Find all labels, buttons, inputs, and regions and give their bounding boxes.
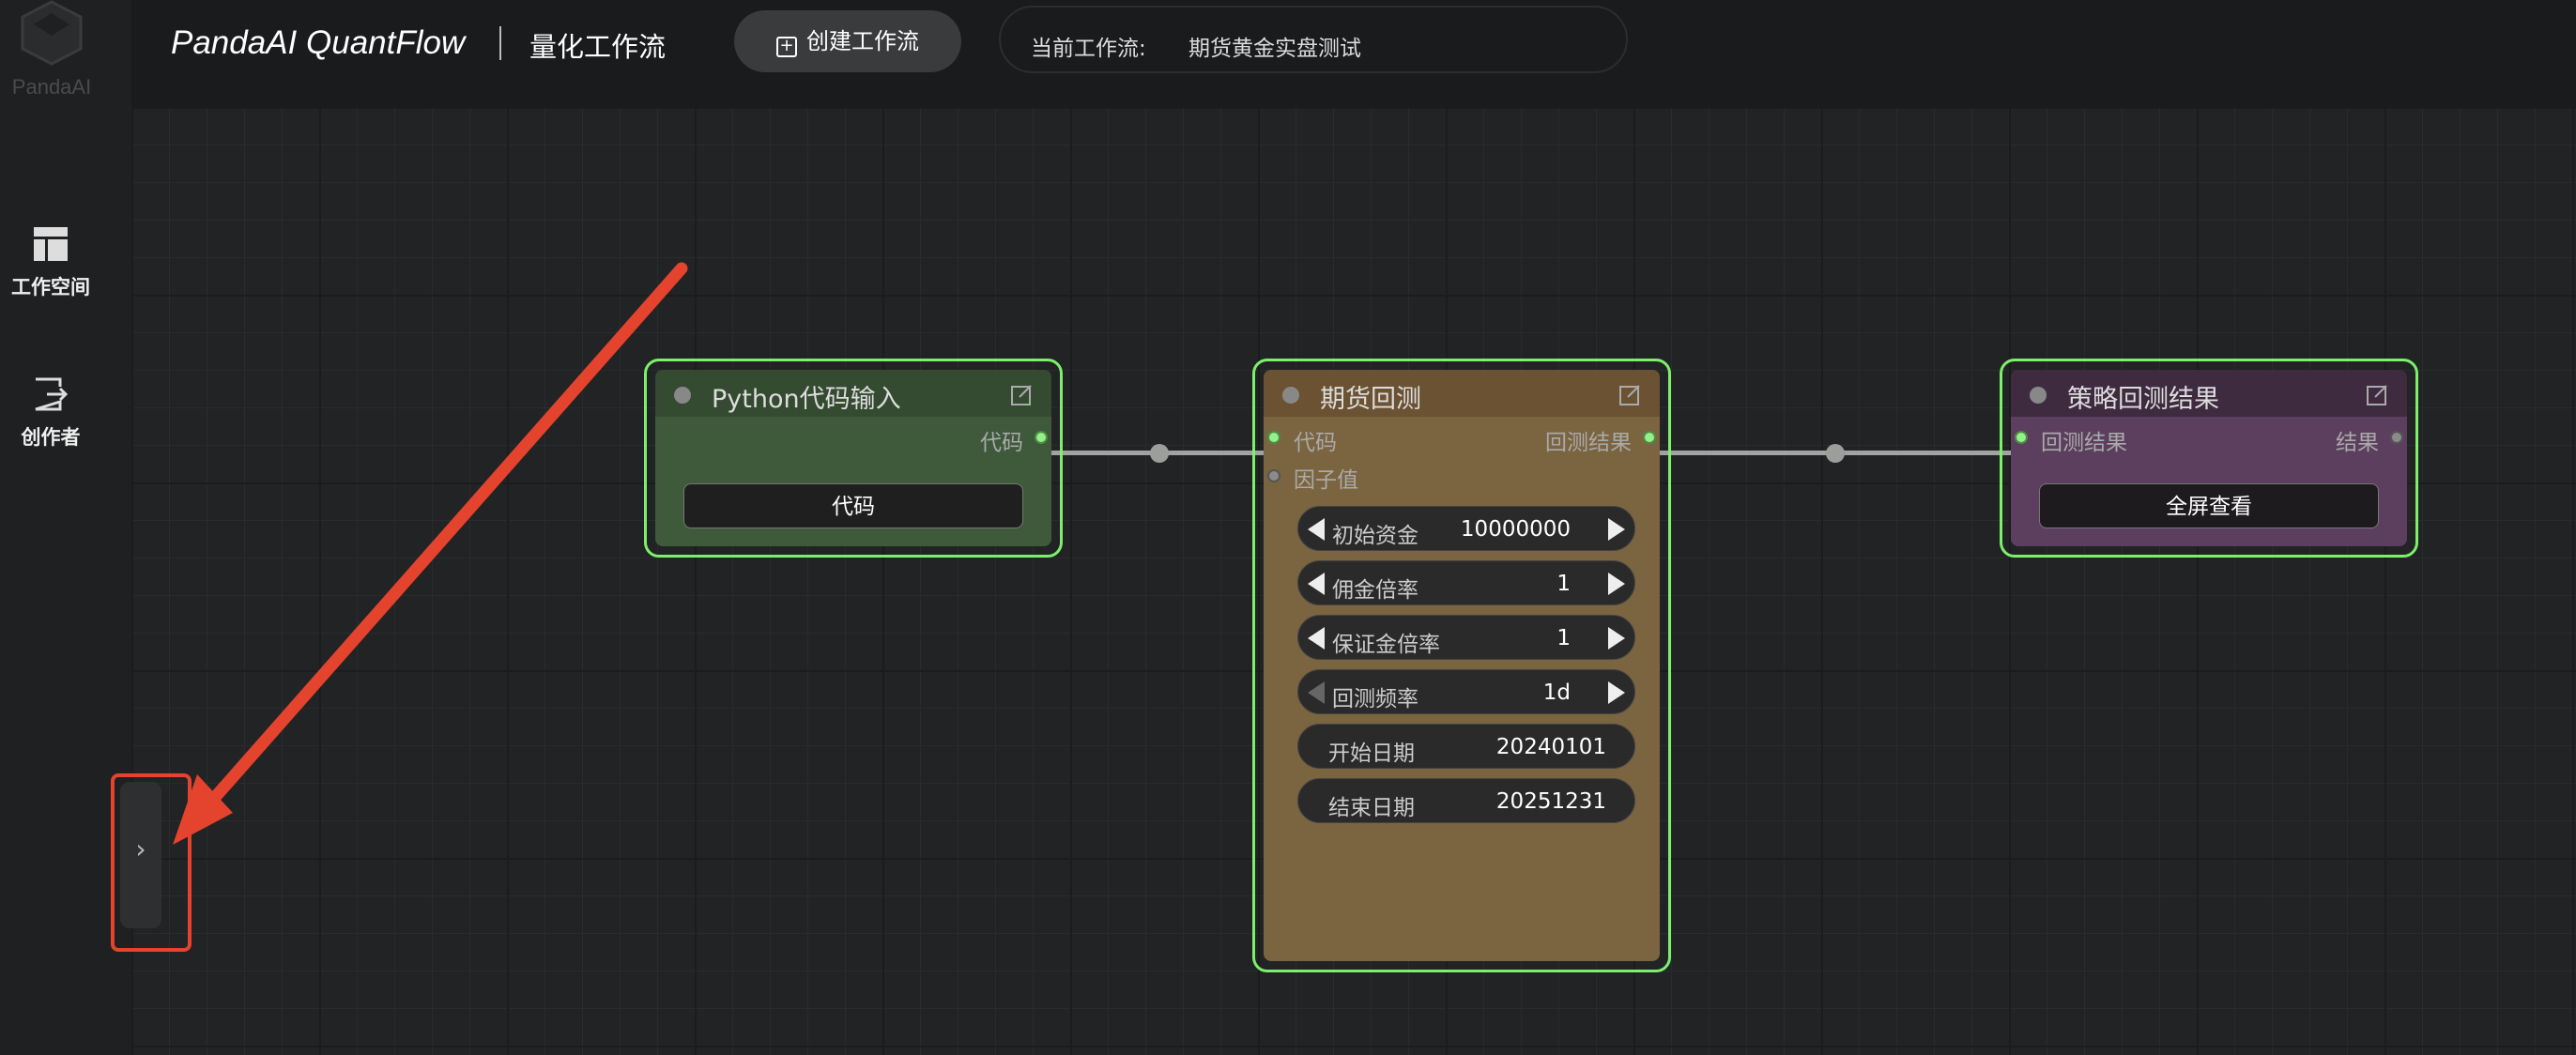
param-initial-capital[interactable]: 初始资金 10000000	[1297, 506, 1635, 551]
workflow-canvas[interactable]: Python代码输入 代码 代码 期货回测 代码 因子值 回测结果 初始资金 1…	[131, 107, 2576, 1055]
page-subtitle: 量化工作流	[529, 31, 667, 63]
param-value: 20240101	[1495, 735, 1606, 759]
node-status-dot	[674, 387, 691, 404]
param-label: 佣金倍率	[1332, 578, 1418, 603]
current-workflow-value: 期货黄金实盘测试	[1188, 37, 1361, 61]
decrement-icon[interactable]	[1308, 518, 1325, 541]
input-port[interactable]	[2015, 431, 2028, 444]
param-label: 回测频率	[1332, 687, 1418, 711]
input-port-factor[interactable]	[1267, 469, 1280, 482]
port-label: 代码	[980, 431, 1023, 455]
increment-icon[interactable]	[1608, 627, 1625, 650]
port-label: 因子值	[1294, 468, 1358, 493]
param-commission-multiplier[interactable]: 佣金倍率 1	[1297, 560, 1635, 605]
increment-icon[interactable]	[1608, 681, 1625, 704]
node-title: 期货回测	[1320, 385, 1421, 414]
param-value: 20251231	[1495, 789, 1606, 814]
param-start-date[interactable]: 开始日期 20240101	[1297, 724, 1635, 769]
code-button[interactable]: 代码	[683, 483, 1023, 528]
output-port[interactable]	[1643, 431, 1656, 444]
fullscreen-view-button[interactable]: 全屏查看	[2039, 483, 2379, 528]
current-workflow-pill: 当前工作流: 期货黄金实盘测试	[999, 6, 1628, 73]
edit-icon[interactable]	[1618, 382, 1643, 406]
param-value: 1d	[1542, 680, 1571, 705]
node-title: Python代码输入	[712, 385, 901, 414]
edit-icon[interactable]	[2366, 382, 2390, 406]
param-label: 初始资金	[1332, 524, 1418, 548]
node-title: 策略回测结果	[2067, 385, 2219, 414]
port-label: 结果	[2336, 431, 2379, 455]
param-backtest-frequency[interactable]: 回测频率 1d	[1297, 669, 1635, 714]
logo: PandaAI	[0, 0, 103, 103]
param-margin-multiplier[interactable]: 保证金倍率 1	[1297, 615, 1635, 660]
highlight-box	[111, 773, 192, 952]
port-label: 回测结果	[1545, 431, 1632, 455]
create-workflow-label: 创建工作流	[806, 28, 919, 54]
sidebar-item-label: 工作空间	[11, 276, 90, 298]
node-status-dot	[2030, 387, 2047, 404]
plus-icon: +	[776, 37, 797, 57]
decrement-icon[interactable]	[1308, 573, 1325, 595]
param-label: 开始日期	[1328, 742, 1415, 766]
node-status-dot	[1282, 387, 1299, 404]
output-port[interactable]	[2390, 431, 2403, 444]
panda-logo-icon	[21, 0, 83, 66]
param-end-date[interactable]: 结束日期 20251231	[1297, 778, 1635, 823]
edit-icon[interactable]	[1010, 382, 1035, 406]
param-value: 1	[1556, 626, 1571, 650]
sidebar-item-label: 创作者	[21, 426, 81, 449]
node-futures-backtest[interactable]: 期货回测 代码 因子值 回测结果 初始资金 10000000 佣金倍率 1 保证…	[1252, 359, 1671, 972]
output-port[interactable]	[1035, 431, 1048, 444]
decrement-icon[interactable]	[1308, 681, 1325, 704]
increment-icon[interactable]	[1608, 573, 1625, 595]
divider	[499, 26, 501, 60]
param-label: 结束日期	[1328, 796, 1415, 820]
param-value: 10000000	[1460, 517, 1571, 542]
port-label: 代码	[1294, 431, 1337, 455]
current-workflow-label: 当前工作流:	[1031, 37, 1146, 61]
param-label: 保证金倍率	[1332, 633, 1440, 657]
port-label: 回测结果	[2041, 431, 2127, 455]
brand-title: PandaAI QuantFlow	[171, 24, 466, 61]
logo-text: PandaAI	[11, 75, 92, 99]
wire-midpoint[interactable]	[1826, 444, 1845, 463]
sidebar-item-workspace[interactable]: 工作空间	[0, 225, 101, 300]
creator-icon	[35, 377, 69, 411]
workspace-icon	[34, 227, 68, 261]
increment-icon[interactable]	[1608, 518, 1625, 541]
header: PandaAI QuantFlow 量化工作流 + 创建工作流 当前工作流: 期货…	[131, 0, 2576, 107]
create-workflow-button[interactable]: + 创建工作流	[734, 10, 961, 72]
sidebar-item-creator[interactable]: 创作者	[0, 375, 101, 451]
wire-midpoint[interactable]	[1150, 444, 1169, 463]
decrement-icon[interactable]	[1308, 627, 1325, 650]
param-value: 1	[1556, 572, 1571, 596]
node-strategy-result[interactable]: 策略回测结果 回测结果 结果 全屏查看	[2000, 359, 2418, 558]
input-port-code[interactable]	[1267, 431, 1280, 444]
node-python-input[interactable]: Python代码输入 代码 代码	[644, 359, 1063, 558]
